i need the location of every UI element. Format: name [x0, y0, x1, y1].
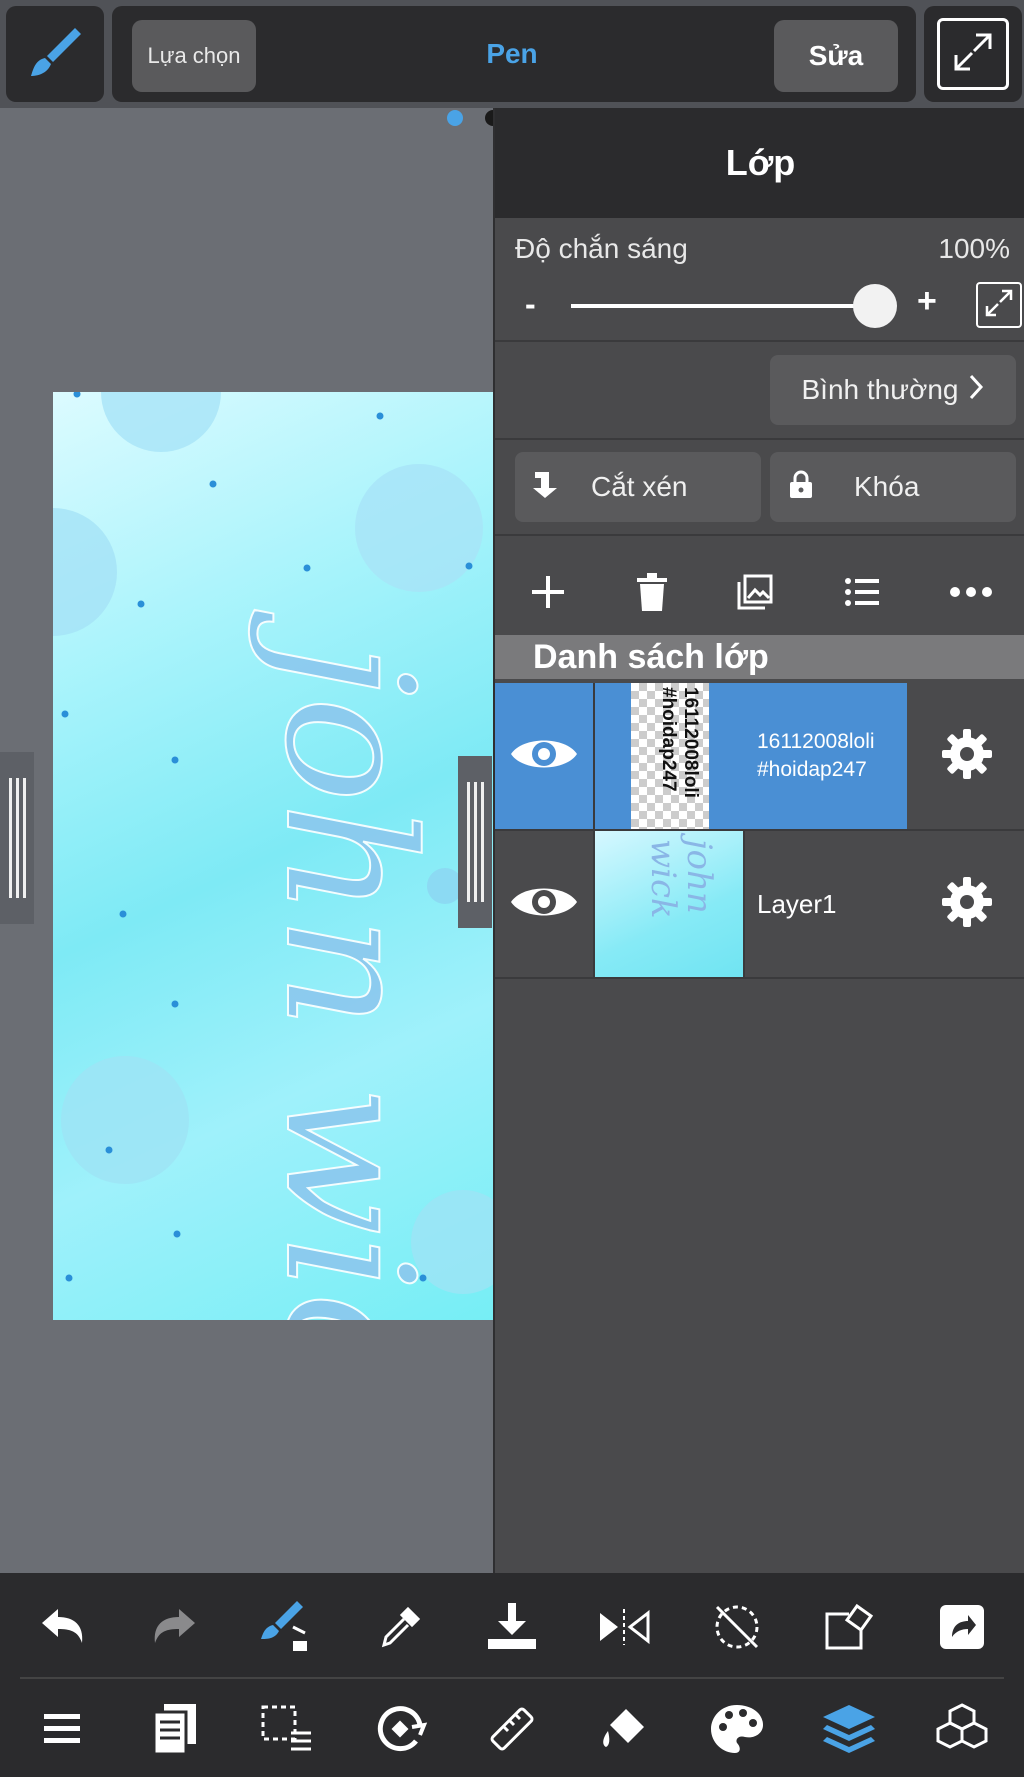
toolbar-row-1: [0, 1579, 1024, 1675]
divider: [495, 534, 1024, 536]
materials-icon[interactable]: [922, 1689, 1002, 1769]
thumbnail-text: john wick: [643, 839, 719, 919]
gear-icon: [939, 726, 995, 787]
ruler-icon[interactable]: [472, 1689, 552, 1769]
opacity-label: Độ chắn sáng: [515, 233, 688, 264]
clip-arrow-icon: [531, 468, 561, 507]
fill-icon[interactable]: [584, 1689, 664, 1769]
layer-panel: Lớp Độ chắn sáng 100% - + Bình thường Cắ…: [493, 108, 1024, 1573]
layer-thumbnail[interactable]: 16112008loli #hoidap247: [595, 683, 745, 829]
eyedropper-icon[interactable]: [360, 1587, 440, 1667]
save-icon[interactable]: [472, 1587, 552, 1667]
list-icon[interactable]: [842, 572, 882, 617]
canvas-artwork: john wick: [53, 392, 493, 1320]
lock-label: Khóa: [854, 471, 920, 502]
layer-name[interactable]: 16112008loli #hoidap247: [745, 683, 905, 829]
chevron-right-icon: [968, 373, 984, 408]
redo-icon[interactable]: [135, 1587, 215, 1667]
brush-tool-button[interactable]: [6, 6, 104, 102]
palette-icon[interactable]: [697, 1689, 777, 1769]
visibility-toggle[interactable]: [495, 831, 595, 977]
blend-mode-button[interactable]: Bình thường: [770, 355, 1016, 425]
pages-icon[interactable]: [135, 1689, 215, 1769]
right-panel-handle[interactable]: [458, 756, 492, 928]
rotate-icon[interactable]: [360, 1689, 440, 1769]
layer-name[interactable]: Layer1: [745, 831, 905, 977]
opacity-slider-knob[interactable]: [853, 284, 897, 328]
page-indicator-dot: [447, 110, 463, 126]
opacity-expand-button[interactable]: [976, 282, 1022, 328]
layer-settings-button[interactable]: [907, 831, 1024, 977]
gear-icon: [939, 874, 995, 935]
tool-settings-bar: Lựa chọn Pen Sửa: [112, 6, 916, 102]
top-bar: Lựa chọn Pen Sửa: [0, 0, 1024, 108]
layer-row-selected[interactable]: 16112008loli #hoidap247 16112008loli #ho…: [495, 683, 1024, 829]
undo-icon[interactable]: [22, 1587, 102, 1667]
eye-icon: [509, 732, 579, 781]
image-layer-icon[interactable]: [735, 572, 775, 617]
clipping-button[interactable]: Cắt xén: [515, 452, 761, 522]
opacity-slider-track[interactable]: [571, 304, 871, 308]
layer-settings-button[interactable]: [907, 683, 1024, 829]
layers-icon[interactable]: [809, 1689, 889, 1769]
drawing-canvas[interactable]: john wick: [53, 392, 493, 1320]
fullscreen-button[interactable]: [924, 6, 1022, 102]
left-panel-handle[interactable]: [0, 752, 34, 924]
brush-icon: [25, 22, 85, 87]
selection-icon[interactable]: [247, 1689, 327, 1769]
thumbnail-text: 16112008loli #hoidap247: [658, 687, 701, 798]
opacity-increase-button[interactable]: +: [917, 282, 937, 321]
menu-icon[interactable]: [22, 1689, 102, 1769]
layer-panel-title: Lớp: [495, 108, 1024, 218]
layer-thumbnail[interactable]: john wick: [595, 831, 745, 977]
layer-actions: [495, 540, 1024, 628]
divider: [495, 977, 1024, 979]
layer-list-title: Danh sách lớp: [495, 635, 1024, 679]
eye-icon: [509, 880, 579, 929]
toolbar-row-2: [0, 1681, 1024, 1777]
rotate-reset-icon[interactable]: [697, 1587, 777, 1667]
layer-row[interactable]: john wick Layer1: [495, 831, 1024, 977]
toolbar-divider: [20, 1677, 1004, 1679]
brush-transform-icon[interactable]: [247, 1587, 327, 1667]
divider: [495, 340, 1024, 342]
selection-button[interactable]: Lựa chọn: [132, 20, 256, 92]
divider: [495, 438, 1024, 440]
opacity-value: 100%: [938, 233, 1010, 264]
add-layer-icon[interactable]: [528, 572, 568, 617]
flip-icon[interactable]: [584, 1587, 664, 1667]
lock-button[interactable]: Khóa: [770, 452, 1016, 522]
trash-icon[interactable]: [635, 572, 669, 617]
expand-icon: [982, 286, 1016, 325]
opacity-decrease-button[interactable]: -: [525, 286, 536, 323]
more-options-icon[interactable]: [949, 585, 993, 603]
share-icon[interactable]: [922, 1587, 1002, 1667]
svg-text:john wick: john wick: [246, 609, 451, 1320]
edit-button[interactable]: Sửa: [774, 20, 898, 92]
transform-icon[interactable]: [809, 1587, 889, 1667]
expand-icon: [948, 27, 998, 82]
lock-icon: [788, 469, 814, 506]
bottom-toolbar: [0, 1573, 1024, 1777]
clipping-label: Cắt xén: [591, 471, 688, 502]
visibility-toggle[interactable]: [495, 683, 595, 829]
current-tool-name[interactable]: Pen: [412, 6, 612, 102]
blend-mode-label: Bình thường: [801, 374, 959, 405]
